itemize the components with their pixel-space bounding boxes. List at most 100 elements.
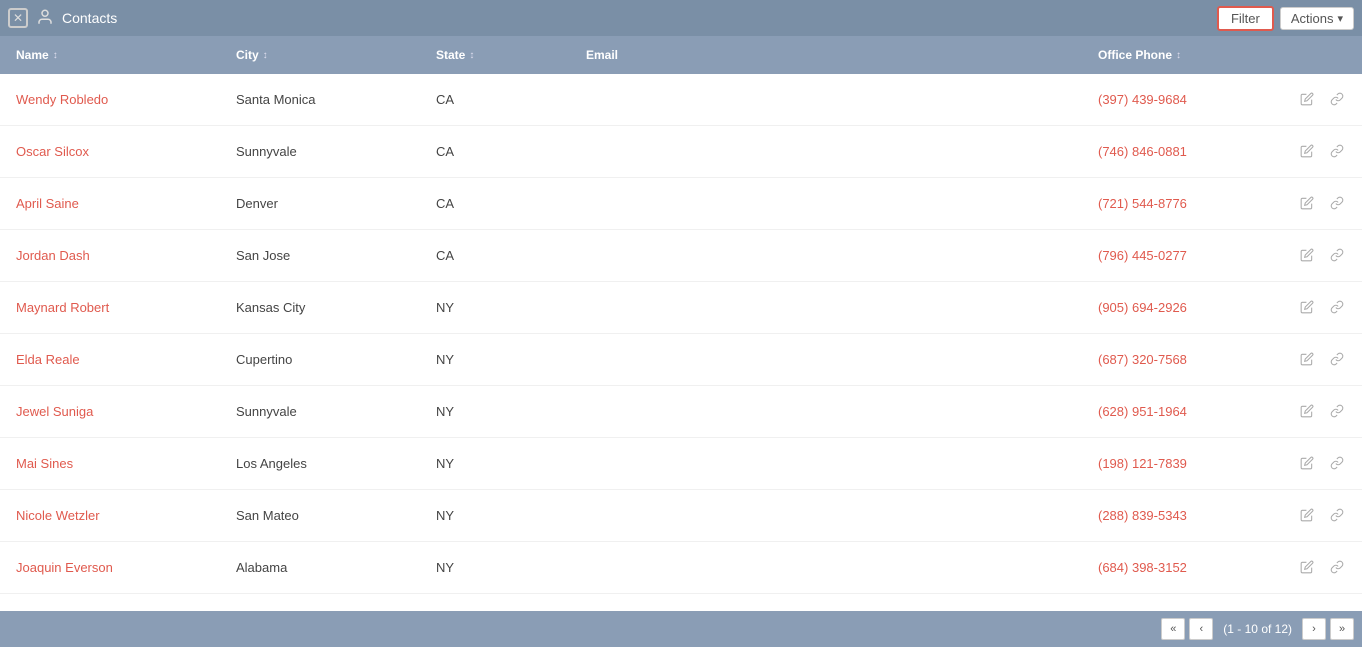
edit-row-button[interactable] bbox=[1296, 558, 1318, 578]
title-bar: ✕ Contacts Filter Actions bbox=[0, 0, 1362, 36]
first-page-button[interactable]: « bbox=[1161, 618, 1185, 640]
col-header-state[interactable]: State ↕ bbox=[420, 48, 570, 62]
cell-name: Oscar Silcox bbox=[0, 144, 220, 159]
cell-phone: (397) 439-9684 bbox=[1082, 92, 1282, 107]
cell-name: April Saine bbox=[0, 196, 220, 211]
cell-state: NY bbox=[420, 300, 570, 315]
cell-row-actions bbox=[1282, 246, 1362, 266]
cell-city: San Jose bbox=[220, 248, 420, 263]
cell-state: NY bbox=[420, 560, 570, 575]
cell-state: NY bbox=[420, 456, 570, 471]
contacts-icon bbox=[36, 8, 56, 28]
link-row-button[interactable] bbox=[1326, 350, 1348, 370]
link-row-button[interactable] bbox=[1326, 90, 1348, 110]
cell-city: Alabama bbox=[220, 560, 420, 575]
cell-state: NY bbox=[420, 352, 570, 367]
app-window: ✕ Contacts Filter Actions Name ↕ City ↕ … bbox=[0, 0, 1362, 647]
cell-name: Maynard Robert bbox=[0, 300, 220, 315]
actions-button[interactable]: Actions bbox=[1280, 7, 1354, 30]
cell-name: Joaquin Everson bbox=[0, 560, 220, 575]
sort-state-icon: ↕ bbox=[469, 50, 474, 61]
cell-name: Jordan Dash bbox=[0, 248, 220, 263]
table-row: Maynard Robert Kansas City NY (905) 694-… bbox=[0, 282, 1362, 334]
cell-row-actions bbox=[1282, 506, 1362, 526]
contact-name-link[interactable]: Joaquin Everson bbox=[16, 560, 113, 575]
cell-city: Kansas City bbox=[220, 300, 420, 315]
link-row-button[interactable] bbox=[1326, 194, 1348, 214]
last-page-button[interactable]: » bbox=[1330, 618, 1354, 640]
cell-state: CA bbox=[420, 248, 570, 263]
contact-name-link[interactable]: Jordan Dash bbox=[16, 248, 90, 263]
cell-name: Wendy Robledo bbox=[0, 92, 220, 107]
cell-row-actions bbox=[1282, 350, 1362, 370]
edit-row-button[interactable] bbox=[1296, 506, 1318, 526]
cell-row-actions bbox=[1282, 90, 1362, 110]
table-body: Wendy Robledo Santa Monica CA (397) 439-… bbox=[0, 74, 1362, 611]
table-row: Oscar Silcox Sunnyvale CA (746) 846-0881 bbox=[0, 126, 1362, 178]
contact-name-link[interactable]: Nicole Wetzler bbox=[16, 508, 100, 523]
cell-state: CA bbox=[420, 92, 570, 107]
edit-row-button[interactable] bbox=[1296, 142, 1318, 162]
next-page-button[interactable]: › bbox=[1302, 618, 1326, 640]
link-row-button[interactable] bbox=[1326, 402, 1348, 422]
cell-state: NY bbox=[420, 404, 570, 419]
contact-name-link[interactable]: April Saine bbox=[16, 196, 79, 211]
cell-row-actions bbox=[1282, 142, 1362, 162]
edit-row-button[interactable] bbox=[1296, 298, 1318, 318]
edit-row-button[interactable] bbox=[1296, 90, 1318, 110]
link-row-button[interactable] bbox=[1326, 298, 1348, 318]
contact-name-link[interactable]: Elda Reale bbox=[16, 352, 80, 367]
edit-row-button[interactable] bbox=[1296, 350, 1318, 370]
cell-name: Mai Sines bbox=[0, 456, 220, 471]
cell-phone: (628) 951-1964 bbox=[1082, 404, 1282, 419]
cell-phone: (684) 398-3152 bbox=[1082, 560, 1282, 575]
close-icon: ✕ bbox=[13, 11, 23, 25]
col-header-email: Email bbox=[570, 48, 1082, 62]
col-header-phone[interactable]: Office Phone ↕ bbox=[1082, 48, 1282, 62]
link-row-button[interactable] bbox=[1326, 506, 1348, 526]
table-row: Jordan Dash San Jose CA (796) 445-0277 bbox=[0, 230, 1362, 282]
edit-row-button[interactable] bbox=[1296, 246, 1318, 266]
table-row: Mai Sines Los Angeles NY (198) 121-7839 bbox=[0, 438, 1362, 490]
table-row: Elda Reale Cupertino NY (687) 320-7568 bbox=[0, 334, 1362, 386]
link-row-button[interactable] bbox=[1326, 454, 1348, 474]
edit-row-button[interactable] bbox=[1296, 402, 1318, 422]
cell-phone: (288) 839-5343 bbox=[1082, 508, 1282, 523]
page-title: Contacts bbox=[62, 10, 1217, 26]
prev-page-button[interactable]: ‹ bbox=[1189, 618, 1213, 640]
cell-phone: (687) 320-7568 bbox=[1082, 352, 1282, 367]
contact-name-link[interactable]: Wendy Robledo bbox=[16, 92, 108, 107]
cell-phone: (746) 846-0881 bbox=[1082, 144, 1282, 159]
edit-row-button[interactable] bbox=[1296, 194, 1318, 214]
sort-phone-icon: ↕ bbox=[1176, 50, 1181, 61]
cell-city: San Mateo bbox=[220, 508, 420, 523]
table-row: Wendy Robledo Santa Monica CA (397) 439-… bbox=[0, 74, 1362, 126]
sort-city-icon: ↕ bbox=[263, 50, 268, 61]
cell-state: NY bbox=[420, 508, 570, 523]
col-header-name[interactable]: Name ↕ bbox=[0, 48, 220, 62]
cell-phone: (198) 121-7839 bbox=[1082, 456, 1282, 471]
cell-city: Santa Monica bbox=[220, 92, 420, 107]
contact-name-link[interactable]: Jewel Suniga bbox=[16, 404, 93, 419]
filter-button[interactable]: Filter bbox=[1217, 6, 1274, 31]
table-row: April Saine Denver CA (721) 544-8776 bbox=[0, 178, 1362, 230]
link-row-button[interactable] bbox=[1326, 558, 1348, 578]
cell-city: Denver bbox=[220, 196, 420, 211]
cell-state: CA bbox=[420, 144, 570, 159]
link-row-button[interactable] bbox=[1326, 142, 1348, 162]
cell-row-actions bbox=[1282, 402, 1362, 422]
col-header-city[interactable]: City ↕ bbox=[220, 48, 420, 62]
cell-name: Elda Reale bbox=[0, 352, 220, 367]
cell-phone: (796) 445-0277 bbox=[1082, 248, 1282, 263]
close-button[interactable]: ✕ bbox=[8, 8, 28, 28]
cell-city: Sunnyvale bbox=[220, 404, 420, 419]
cell-city: Sunnyvale bbox=[220, 144, 420, 159]
edit-row-button[interactable] bbox=[1296, 454, 1318, 474]
contact-name-link[interactable]: Oscar Silcox bbox=[16, 144, 89, 159]
cell-phone: (905) 694-2926 bbox=[1082, 300, 1282, 315]
link-row-button[interactable] bbox=[1326, 246, 1348, 266]
cell-city: Cupertino bbox=[220, 352, 420, 367]
cell-phone: (721) 544-8776 bbox=[1082, 196, 1282, 211]
contact-name-link[interactable]: Maynard Robert bbox=[16, 300, 109, 315]
contact-name-link[interactable]: Mai Sines bbox=[16, 456, 73, 471]
